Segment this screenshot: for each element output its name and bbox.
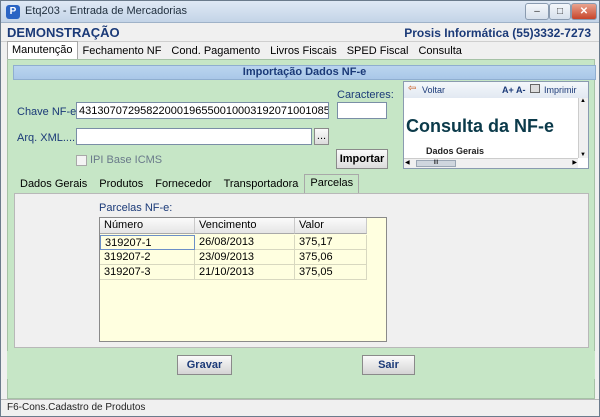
font-decrease-button[interactable]: A- (516, 85, 526, 95)
tab-transportadora[interactable]: Transportadora (218, 175, 305, 193)
tab-sped-fiscal[interactable]: SPED Fiscal (342, 42, 414, 59)
cell-valor[interactable]: 375,06 (295, 250, 367, 265)
caracteres-field[interactable] (337, 102, 387, 119)
import-section-title: Importação Dados NF-e (13, 65, 596, 80)
tab-dados-gerais[interactable]: Dados Gerais (14, 175, 93, 193)
browser-horizontal-scrollbar[interactable]: ◀ III ▶ (404, 158, 578, 168)
table-row[interactable]: 319207-3 21/10/2013 375,05 (100, 265, 367, 280)
application-window: P Etq203 - Entrada de Mercadorias – □ ✕ … (0, 0, 600, 417)
header-bar: DEMONSTRAÇÃO Prosis Informática (55)3332… (1, 23, 599, 42)
window-title: Etq203 - Entrada de Mercadorias (25, 5, 188, 17)
title-bar: P Etq203 - Entrada de Mercadorias – □ ✕ (1, 1, 599, 23)
parcelas-table[interactable]: Número Vencimento Valor 319207-1 26/08/2… (99, 217, 387, 342)
chave-nfe-label: Chave NF-e: (17, 106, 80, 118)
horizontal-scroll-thumb[interactable]: III (416, 160, 456, 167)
ipi-base-icms-checkbox[interactable] (76, 155, 87, 166)
importar-button[interactable]: Importar (336, 149, 388, 169)
print-link[interactable]: Imprimir (544, 85, 577, 95)
column-header-valor[interactable]: Valor (295, 218, 367, 234)
tab-fechamento-nf[interactable]: Fechamento NF (78, 42, 167, 59)
back-link[interactable]: Voltar (422, 85, 445, 95)
close-button[interactable]: ✕ (571, 3, 597, 20)
detail-tabs: Dados Gerais Produtos Fornecedor Transpo… (14, 174, 360, 193)
browser-vertical-scrollbar[interactable]: ▲ ▼ (578, 98, 588, 158)
caracteres-label: Caracteres: (337, 89, 394, 101)
column-header-vencimento[interactable]: Vencimento (195, 218, 295, 234)
back-arrow-icon[interactable]: ⇦ (408, 83, 416, 94)
cell-numero[interactable]: 319207-3 (100, 265, 195, 280)
scroll-down-icon[interactable]: ▼ (580, 152, 586, 158)
cell-vencimento[interactable]: 21/10/2013 (195, 265, 295, 280)
table-row[interactable]: 319207-1 26/08/2013 375,17 (100, 235, 367, 250)
tab-consulta[interactable]: Consulta (413, 42, 466, 59)
app-icon: P (6, 5, 20, 19)
tab-produtos[interactable]: Produtos (93, 175, 149, 193)
contact-info: Prosis Informática (55)3332-7273 (404, 26, 591, 40)
chave-nfe-input[interactable] (76, 102, 329, 119)
dados-gerais-heading: Dados Gerais (426, 146, 485, 156)
sair-button[interactable]: Sair (362, 355, 415, 375)
cell-vencimento[interactable]: 23/09/2013 (195, 250, 295, 265)
tab-cond-pagamento[interactable]: Cond. Pagamento (166, 42, 265, 59)
browse-xml-button[interactable]: ... (314, 128, 329, 145)
cell-numero[interactable]: 319207-2 (100, 250, 195, 265)
cell-valor[interactable]: 375,17 (295, 235, 367, 250)
maximize-button[interactable]: □ (549, 3, 571, 20)
column-header-numero[interactable]: Número (100, 218, 195, 234)
scroll-right-icon[interactable]: ▶ (572, 159, 577, 166)
scroll-up-icon[interactable]: ▲ (580, 98, 586, 104)
arq-xml-label: Arq. XML......: (17, 132, 85, 144)
table-row[interactable]: 319207-2 23/09/2013 375,06 (100, 250, 367, 265)
scroll-left-icon[interactable]: ◀ (405, 159, 410, 166)
tab-livros-fiscais[interactable]: Livros Fiscais (265, 42, 342, 59)
arq-xml-input[interactable] (76, 128, 312, 145)
parcelas-label: Parcelas NF-e: (99, 202, 173, 214)
cell-numero[interactable]: 319207-1 (100, 235, 195, 250)
company-name: DEMONSTRAÇÃO (7, 25, 120, 40)
tab-parcelas[interactable]: Parcelas (304, 174, 360, 193)
minimize-button[interactable]: – (525, 3, 549, 20)
status-bar: F6-Cons.Cadastro de Produtos (1, 399, 599, 416)
tab-fornecedor[interactable]: Fornecedor (149, 175, 217, 193)
footer-bar: Gravar Sair (7, 351, 595, 379)
tab-manutencao[interactable]: Manutenção (7, 41, 78, 60)
cell-vencimento[interactable]: 26/08/2013 (195, 235, 295, 250)
font-increase-button[interactable]: A+ (502, 85, 514, 95)
cell-valor[interactable]: 375,05 (295, 265, 367, 280)
gravar-button[interactable]: Gravar (177, 355, 232, 375)
nfe-heading: Consulta da NF-e (406, 116, 555, 136)
ipi-base-icms-label: IPI Base ICMS (90, 154, 163, 166)
browser-toolbar: ⇦ Voltar A+ A- Imprimir (404, 82, 588, 98)
main-tabs: Manutenção Fechamento NF Cond. Pagamento… (7, 41, 467, 60)
printer-icon[interactable] (530, 84, 540, 93)
nfe-browser-panel: ⇦ Voltar A+ A- Imprimir Consulta da NF-e… (403, 81, 589, 169)
